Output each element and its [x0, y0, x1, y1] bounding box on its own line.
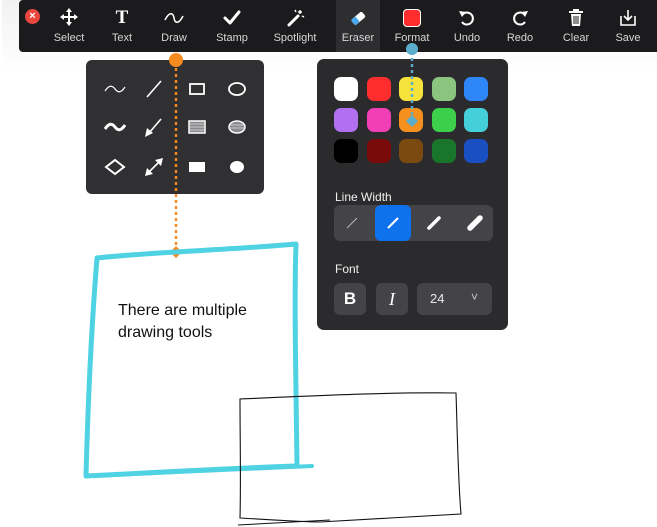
- eraser-tool-label: Eraser: [341, 32, 375, 44]
- line-width-extra-thick-option[interactable]: [457, 205, 493, 241]
- color-swatch[interactable]: [334, 77, 358, 101]
- freehand-thick-icon[interactable]: [100, 112, 130, 142]
- italic-button[interactable]: I: [376, 283, 408, 315]
- color-swatch[interactable]: [464, 139, 488, 163]
- color-swatch[interactable]: [431, 77, 456, 101]
- arrow-single-icon[interactable]: [139, 112, 169, 142]
- line-width-heading: Line Width: [335, 190, 392, 204]
- save-icon: [608, 8, 648, 28]
- draw-tool-button[interactable]: Draw: [152, 0, 196, 52]
- clear-button[interactable]: Clear: [556, 0, 596, 52]
- text-tool-label: Text: [111, 32, 133, 44]
- select-tool-button[interactable]: Select: [45, 0, 93, 52]
- trash-icon: [556, 8, 596, 28]
- eraser-icon: [336, 8, 380, 28]
- color-swatch-icon: [388, 8, 436, 28]
- rectangle-filled-icon[interactable]: [182, 152, 212, 182]
- color-swatch[interactable]: [464, 108, 488, 132]
- eraser-tool-button[interactable]: Eraser: [336, 0, 380, 52]
- color-swatch[interactable]: [366, 77, 391, 101]
- line-width-thin-option[interactable]: [334, 205, 370, 241]
- color-swatch[interactable]: [431, 139, 456, 163]
- freehand-thin-icon[interactable]: [100, 74, 130, 104]
- text-tool-button[interactable]: T Text: [102, 0, 142, 52]
- rectangle-outline-thin-icon[interactable]: [182, 74, 212, 104]
- spotlight-tool-label: Spotlight: [273, 32, 317, 44]
- color-swatch[interactable]: [366, 108, 391, 132]
- checkmark-icon: [209, 8, 255, 28]
- undo-button[interactable]: Undo: [447, 0, 487, 52]
- color-swatch[interactable]: [366, 139, 391, 163]
- undo-label: Undo: [453, 32, 481, 44]
- squiggle-icon: [152, 8, 196, 28]
- text-t-icon: T: [115, 7, 129, 28]
- note-line-2: drawing tools: [118, 324, 213, 341]
- arrow-double-icon[interactable]: [139, 152, 169, 182]
- format-tool-label: Format: [394, 32, 430, 44]
- rectangle-semi-filled-icon[interactable]: [182, 112, 212, 142]
- undo-icon: [447, 8, 487, 28]
- ellipse-outline-thin-icon[interactable]: [222, 74, 252, 104]
- spotlight-tool-button[interactable]: Spotlight: [266, 0, 324, 52]
- cyan-drawn-rectangle: [83, 241, 300, 479]
- move-icon: [45, 8, 93, 28]
- select-tool-label: Select: [53, 32, 85, 44]
- magic-wand-icon: [266, 8, 324, 28]
- format-panel: Line Width Font B I 24 ˅: [317, 59, 508, 330]
- save-button[interactable]: Save: [608, 0, 648, 52]
- redo-label: Redo: [506, 32, 534, 44]
- font-size-value: 24: [430, 291, 445, 306]
- line-width-thick-option[interactable]: [416, 205, 452, 241]
- ellipse-semi-filled-icon[interactable]: [222, 112, 252, 142]
- save-label: Save: [615, 32, 641, 44]
- chevron-down-icon: ˅: [470, 290, 478, 304]
- black-drawn-rectangle: [239, 392, 462, 523]
- bold-button[interactable]: B: [334, 283, 366, 315]
- line-thin-icon[interactable]: [139, 74, 169, 104]
- line-width-selector: [334, 205, 493, 241]
- clear-label: Clear: [562, 32, 590, 44]
- color-swatch[interactable]: [334, 139, 358, 163]
- stamp-tool-button[interactable]: Stamp: [209, 0, 255, 52]
- redo-icon: [500, 8, 540, 28]
- stamp-tool-label: Stamp: [216, 32, 248, 44]
- color-swatch[interactable]: [464, 77, 488, 101]
- draw-tool-label: Draw: [161, 32, 187, 44]
- note-line-1: There are multiple: [118, 302, 247, 319]
- color-swatch[interactable]: [431, 108, 456, 132]
- font-heading: Font: [335, 262, 360, 276]
- format-tool-button[interactable]: Format: [388, 0, 436, 52]
- redo-button[interactable]: Redo: [500, 0, 540, 52]
- cyan-drawn-underline: [86, 464, 314, 478]
- diamond-outline-icon[interactable]: [100, 152, 130, 182]
- color-swatch[interactable]: [399, 139, 423, 163]
- color-swatch[interactable]: [399, 77, 423, 101]
- color-swatch-selected[interactable]: [399, 108, 423, 132]
- line-width-medium-option[interactable]: [375, 205, 411, 241]
- draw-shapes-panel: [86, 60, 264, 194]
- font-size-select[interactable]: 24 ˅: [417, 283, 492, 315]
- drawing-tools-note: There are multiple drawing tools: [118, 300, 288, 344]
- black-drawn-stroke: [237, 519, 331, 526]
- color-swatch[interactable]: [334, 108, 358, 132]
- ellipse-filled-icon[interactable]: [222, 152, 252, 182]
- close-toolbar-button[interactable]: ×: [25, 9, 40, 24]
